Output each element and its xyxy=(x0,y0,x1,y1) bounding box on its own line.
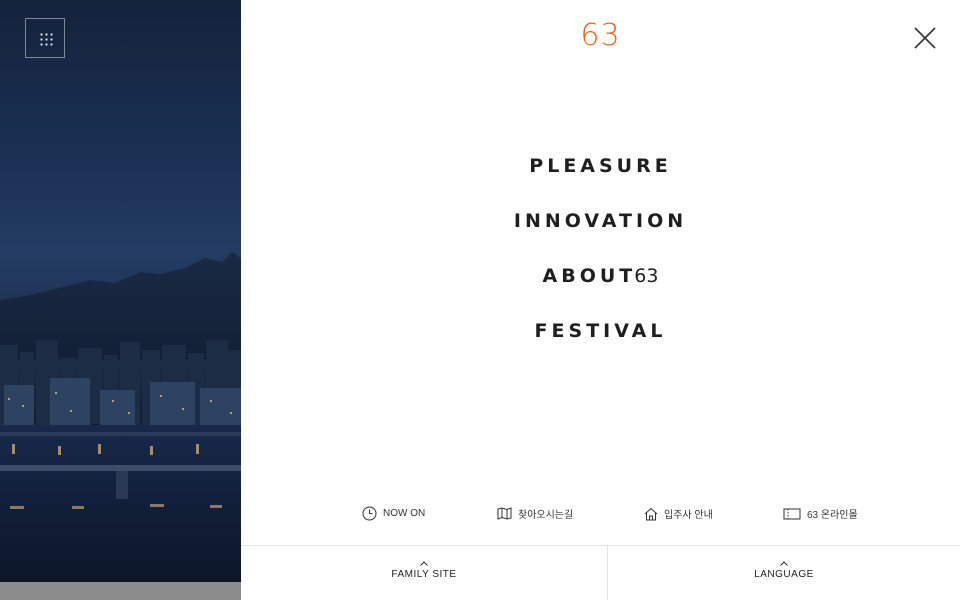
quick-link-label: NOW ON xyxy=(383,508,426,519)
main-nav: PLEASURE INNOVATION ABOUT63 FESTIVAL xyxy=(241,150,960,370)
nav-item-pleasure[interactable]: PLEASURE xyxy=(241,150,960,205)
nav-item-about-label: ABOUT xyxy=(542,265,637,287)
nav-item-about63[interactable]: ABOUT63 xyxy=(241,260,960,315)
logo[interactable]: 63 xyxy=(241,18,960,53)
quick-link-online-mall[interactable]: 63 온라인몰 xyxy=(783,506,858,521)
nav-item-about-suffix: 63 xyxy=(634,265,659,287)
language-label: LANGUAGE xyxy=(754,569,814,580)
panel-footer: FAMILY SITE LANGUAGE xyxy=(241,545,960,600)
photo-bottom-strip xyxy=(0,582,241,600)
quick-link-label: 찾아오시는길 xyxy=(518,510,574,521)
quick-links: NOW ON 찾아오시는길 입주사 안내 63 온라인몰 xyxy=(241,506,960,528)
quick-link-now-on[interactable]: NOW ON xyxy=(362,506,425,521)
grid-dots-icon xyxy=(39,32,53,46)
language-button[interactable]: LANGUAGE xyxy=(608,546,960,600)
nav-item-festival[interactable]: FESTIVAL xyxy=(241,315,960,370)
quick-link-directions[interactable]: 찾아오시는길 xyxy=(497,506,573,521)
close-icon[interactable] xyxy=(914,27,936,49)
family-site-button[interactable]: FAMILY SITE xyxy=(241,546,607,600)
ticket-icon xyxy=(783,508,801,519)
hero-photo-panel xyxy=(0,0,241,600)
clock-icon xyxy=(362,506,377,521)
chevron-up-icon xyxy=(420,561,428,566)
home-icon xyxy=(644,507,658,520)
quick-link-label: 63 온라인몰 xyxy=(807,510,858,521)
nav-item-innovation[interactable]: INNOVATION xyxy=(241,205,960,260)
family-site-label: FAMILY SITE xyxy=(391,569,457,580)
quick-link-tenants[interactable]: 입주사 안내 xyxy=(644,506,713,521)
map-icon xyxy=(497,507,512,520)
chevron-up-icon xyxy=(780,561,788,566)
menu-panel: 63 PLEASURE INNOVATION ABOUT63 FESTIVAL … xyxy=(241,0,960,600)
menu-toggle-button[interactable] xyxy=(25,18,65,58)
quick-link-label: 입주사 안내 xyxy=(664,510,713,521)
city-night-illustration xyxy=(0,252,241,585)
